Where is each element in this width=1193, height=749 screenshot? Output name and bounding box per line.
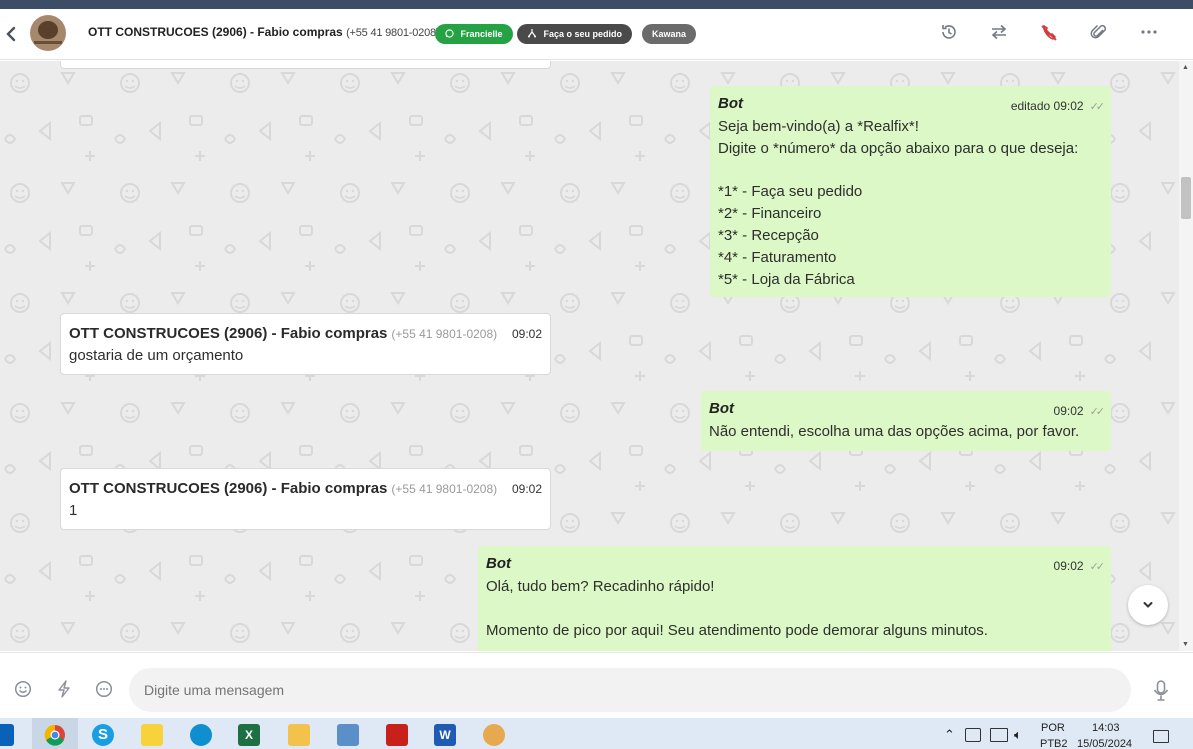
tag-kawana[interactable]: Kawana (642, 24, 697, 44)
window-top-strip (0, 0, 1193, 9)
sender-name: Bot (709, 400, 734, 417)
scroll-down-arrow-icon[interactable]: ▼ (1182, 641, 1189, 648)
notifications-icon[interactable] (1153, 730, 1169, 743)
message-text: Não entendi, escolha uma das opções acim… (709, 423, 1080, 440)
sender-info: OTT CONSTRUCOES (2906) - Fabio compras (+… (69, 325, 497, 342)
avatar[interactable] (30, 15, 66, 51)
sender-name: OTT CONSTRUCOES (2906) - Fabio compras (69, 325, 388, 342)
chevron-left-icon[interactable] (4, 23, 20, 45)
message-bubble-outgoing[interactable]: Bot 09:02 ✓✓ Olá, tudo bem? Recadinho ráp… (478, 546, 1111, 651)
message-bubble-outgoing[interactable]: Bot 09:02 ✓✓ Não entendi, escolha uma das… (701, 391, 1111, 451)
transfer-icon[interactable] (988, 23, 1010, 45)
contact-title: OTT CONSTRUCOES (2906) - Fabio compras (… (88, 25, 440, 39)
sender-name: Bot (718, 95, 743, 112)
skype-icon[interactable]: S (92, 724, 114, 746)
file-explorer-icon[interactable] (288, 724, 310, 746)
excel-icon[interactable]: X (238, 724, 260, 746)
microphone-icon[interactable] (1152, 679, 1170, 708)
edge-icon[interactable] (190, 724, 212, 746)
sender-phone: (+55 41 9801-0208) (391, 327, 498, 341)
battery-icon[interactable] (965, 728, 981, 742)
chat-scrollbar[interactable]: ▲ ▼ (1179, 61, 1193, 651)
paint-icon[interactable] (483, 724, 505, 746)
clock-date[interactable]: 15/05/2024 (1077, 738, 1132, 749)
tag-label: Faça o seu pedido (543, 29, 623, 39)
whatsapp-icon (445, 29, 457, 39)
end-call-icon[interactable] (1038, 23, 1060, 45)
control-panel-icon[interactable] (337, 724, 359, 746)
message-list[interactable]: Bot editado 09:02 ✓✓ Seja bem-vindo(a) a … (0, 61, 1179, 651)
scroll-up-arrow-icon[interactable]: ▲ (1182, 64, 1189, 71)
message-input[interactable] (129, 668, 1131, 712)
volume-icon[interactable]: 🔈︎ (1014, 727, 1022, 743)
network-icon[interactable] (990, 728, 1008, 742)
language-indicator[interactable]: POR (1041, 722, 1065, 734)
chat-bubble-icon[interactable] (94, 680, 114, 700)
message-text: Olá, tudo bem? Recadinho rápido! Momento… (486, 578, 988, 639)
tag-label: Francielle (460, 29, 503, 39)
message-text: Seja bem-vindo(a) a *Realfix*! Digite o … (718, 118, 1079, 288)
sender-phone: (+55 41 9801-0208) (391, 482, 498, 496)
double-check-icon: ✓✓ (1089, 101, 1106, 113)
contact-name: OTT CONSTRUCOES (2906) - Fabio compras (88, 25, 343, 39)
message-time: editado 09:02 ✓✓ (1010, 99, 1106, 113)
sticky-notes-icon[interactable] (141, 724, 163, 746)
contact-phone: (+55 41 9801-0208) (346, 27, 440, 39)
message-composer (0, 652, 1193, 718)
flow-icon (527, 29, 540, 39)
message-bubble-partial (60, 61, 551, 69)
message-time: 09:02 ✓✓ (1053, 404, 1106, 418)
sender-info: OTT CONSTRUCOES (2906) - Fabio compras (+… (69, 480, 497, 497)
message-bubble-outgoing[interactable]: Bot editado 09:02 ✓✓ Seja bem-vindo(a) a … (710, 86, 1111, 297)
chrome-taskbar-button[interactable] (32, 718, 78, 749)
windows-taskbar: S X W ⌃ 🔈︎ POR PTB2 14:03 15/05/2024 (0, 718, 1193, 749)
message-time: 09:02 (511, 327, 542, 341)
more-icon[interactable] (1138, 23, 1160, 45)
history-icon[interactable] (938, 23, 960, 45)
chevron-down-icon (1143, 602, 1153, 608)
sender-name: Bot (486, 555, 511, 572)
chevron-up-icon[interactable]: ⌃ (944, 727, 955, 743)
message-bubble-incoming[interactable]: OTT CONSTRUCOES (2906) - Fabio compras (+… (60, 468, 551, 530)
keyboard-layout[interactable]: PTB2 (1040, 738, 1068, 749)
clock-time[interactable]: 14:03 (1092, 722, 1120, 734)
message-time: 09:02 (511, 482, 542, 496)
message-text: gostaria de um orçamento (69, 347, 244, 364)
tag-flow[interactable]: Faça o seu pedido (517, 24, 633, 44)
tag-francielle[interactable]: Francielle (435, 24, 513, 44)
quick-reply-icon[interactable] (54, 680, 74, 700)
message-bubble-incoming[interactable]: OTT CONSTRUCOES (2906) - Fabio compras (+… (60, 313, 551, 375)
outlook-icon[interactable] (0, 724, 14, 746)
sender-name: OTT CONSTRUCOES (2906) - Fabio compras (69, 480, 388, 497)
emoji-icon[interactable] (13, 680, 33, 700)
word-icon[interactable]: W (434, 724, 456, 746)
double-check-icon: ✓✓ (1089, 406, 1106, 418)
scroll-to-bottom-button[interactable] (1128, 585, 1168, 625)
tag-label: Kawana (652, 29, 687, 39)
acrobat-icon[interactable] (386, 724, 408, 746)
message-time: 09:02 ✓✓ (1053, 559, 1106, 573)
scrollbar-thumb[interactable] (1181, 177, 1191, 219)
message-text: 1 (69, 502, 78, 519)
chat-header: OTT CONSTRUCOES (2906) - Fabio compras (… (0, 9, 1193, 60)
double-check-icon: ✓✓ (1089, 561, 1106, 573)
attach-icon[interactable] (1088, 23, 1110, 45)
chrome-icon (44, 724, 65, 746)
